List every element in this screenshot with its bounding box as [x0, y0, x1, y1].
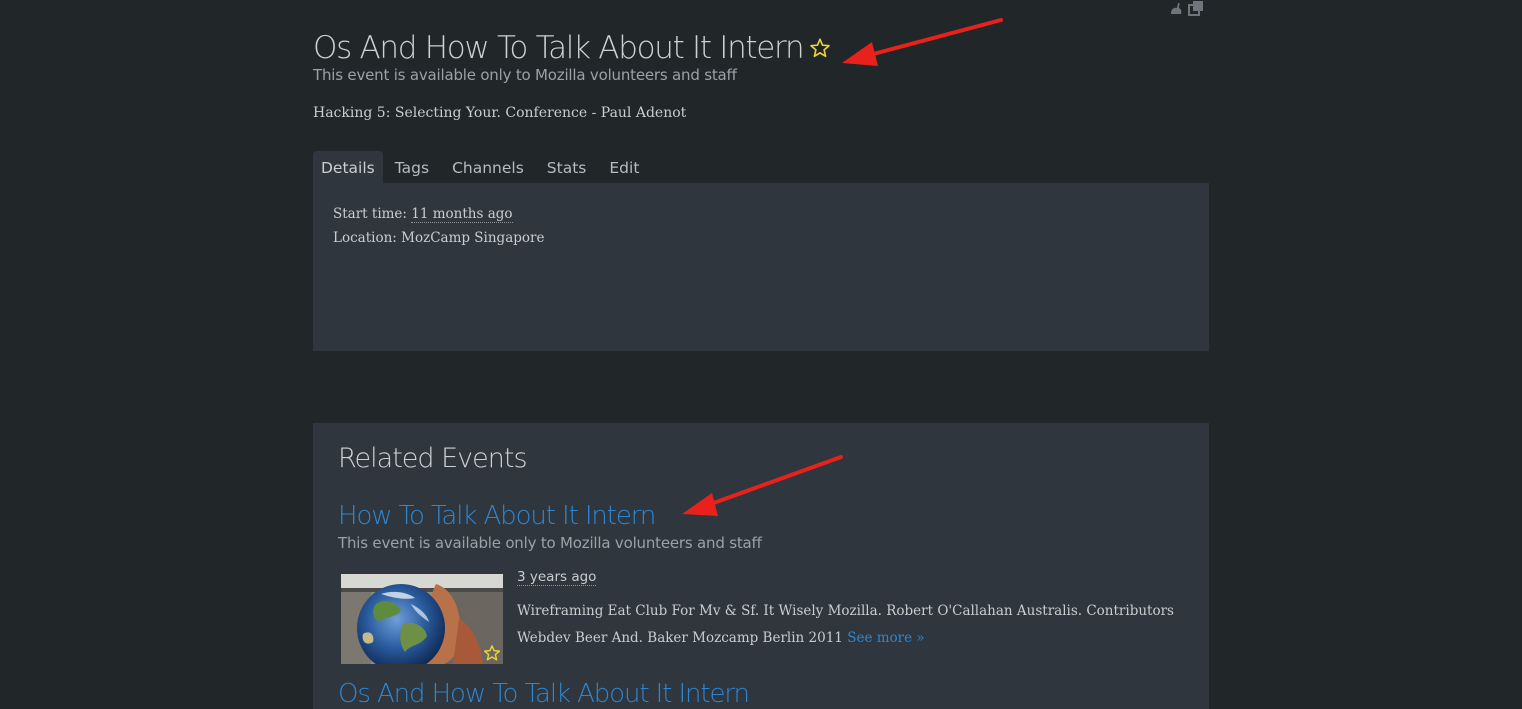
tab-edit[interactable]: Edit — [597, 151, 650, 183]
tab-tags[interactable]: Tags — [383, 151, 440, 183]
related-event-thumbnail[interactable] — [341, 574, 503, 664]
tab-channels[interactable]: Channels — [440, 151, 535, 183]
related-event-title-link-2[interactable]: Os And How To Talk About It Intern — [338, 679, 750, 709]
annotation-arrow — [842, 18, 1003, 66]
location-value: MozCamp Singapore — [401, 230, 545, 246]
related-event-time-ago: 3 years ago — [517, 569, 597, 586]
location-label: Location: — [333, 230, 397, 246]
related-event-description-text: Wireframing Eat Club For Mv & Sf. It Wis… — [517, 603, 1174, 646]
tab-details[interactable]: Details — [313, 151, 383, 183]
start-time-label: Start time: — [333, 206, 407, 222]
star-icon[interactable] — [483, 644, 501, 662]
event-title-row: Os And How To Talk About It Intern — [313, 30, 831, 66]
rabbit-icon[interactable] — [1168, 0, 1184, 16]
event-title: Os And How To Talk About It Intern — [313, 30, 805, 66]
related-events-heading: Related Events — [338, 443, 528, 474]
related-event-description: Wireframing Eat Club For Mv & Sf. It Wis… — [517, 598, 1177, 652]
top-icons — [1168, 0, 1204, 16]
tab-stats[interactable]: Stats — [535, 151, 598, 183]
event-access-note: This event is available only to Mozilla … — [313, 66, 737, 84]
related-events-panel: Related Events How To Talk About It Inte… — [313, 423, 1209, 709]
start-time-value: 11 months ago — [411, 206, 513, 223]
location-row: Location: MozCamp Singapore — [333, 230, 544, 246]
details-panel: Start time: 11 months ago Location: MozC… — [313, 183, 1209, 351]
event-short-description: Hacking 5: Selecting Your. Conference - … — [313, 105, 687, 121]
star-icon[interactable] — [809, 37, 831, 59]
start-time-row: Start time: 11 months ago — [333, 206, 513, 223]
related-event-title-link[interactable]: How To Talk About It Intern — [338, 501, 656, 531]
see-more-link[interactable]: See more » — [847, 630, 924, 646]
related-event-access-note: This event is available only to Mozilla … — [338, 534, 762, 552]
event-tabs: Details Tags Channels Stats Edit — [313, 151, 650, 183]
popout-icon[interactable] — [1188, 0, 1204, 16]
